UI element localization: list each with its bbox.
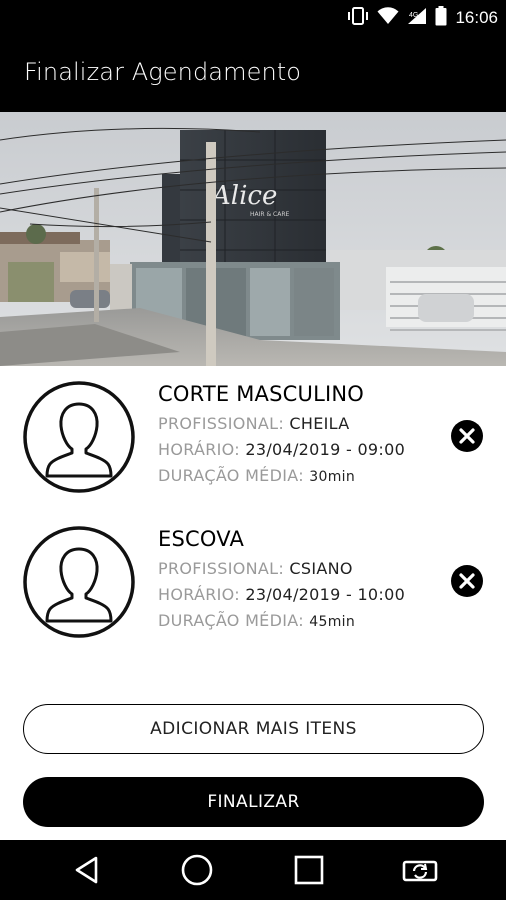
recents-button[interactable] — [287, 850, 331, 890]
home-icon — [181, 854, 213, 886]
recents-icon — [294, 855, 324, 885]
status-time: 16:06 — [455, 8, 498, 27]
add-more-items-button[interactable]: ADICIONAR MAIS ITENS — [23, 704, 484, 754]
time-line: HORÁRIO: 23/04/2019 - 09:00 — [158, 440, 405, 459]
app-bar: Finalizar Agendamento — [0, 36, 506, 112]
time-line: HORÁRIO: 23/04/2019 - 10:00 — [158, 585, 405, 604]
professional-avatar — [22, 525, 136, 639]
wifi-icon — [377, 6, 399, 30]
service-name: CORTE MASCULINO — [158, 382, 365, 406]
remove-item-button[interactable] — [450, 419, 484, 453]
professional-value: CHEILA — [289, 414, 350, 433]
rotate-button[interactable] — [398, 850, 442, 890]
page-title: Finalizar Agendamento — [24, 58, 302, 86]
professional-label: PROFISSIONAL: — [158, 559, 285, 578]
professional-line: PROFISSIONAL: CSIANO — [158, 559, 353, 578]
time-value: 23/04/2019 - 09:00 — [245, 440, 406, 459]
service-name: ESCOVA — [158, 527, 245, 551]
professional-avatar — [22, 380, 136, 494]
user-avatar-icon — [23, 381, 135, 493]
status-bar: 4G 16:06 — [0, 0, 506, 36]
schedule-item: CORTE MASCULINO PROFISSIONAL: CHEILA HOR… — [0, 380, 506, 516]
professional-value: CSIANO — [289, 559, 353, 578]
duration-value: 45min — [309, 614, 355, 630]
professional-label: PROFISSIONAL: — [158, 414, 285, 433]
user-avatar-icon — [23, 526, 135, 638]
status-icons: 4G 16:06 — [347, 5, 498, 31]
finish-button[interactable]: FINALIZAR — [23, 777, 484, 827]
schedule-item: ESCOVA PROFISSIONAL: CSIANO HORÁRIO: 23/… — [0, 525, 506, 661]
remove-item-button[interactable] — [450, 564, 484, 598]
close-icon — [451, 565, 483, 597]
salon-photo: Alice HAIR & CARE — [0, 112, 506, 366]
svg-text:4G: 4G — [409, 12, 418, 19]
salon-sign: Alice — [210, 181, 277, 211]
svg-text:HAIR & CARE: HAIR & CARE — [250, 211, 290, 218]
back-icon — [75, 856, 98, 884]
rotate-icon — [402, 860, 438, 882]
vibrate-icon — [347, 6, 369, 30]
battery-icon — [435, 5, 447, 31]
time-label: HORÁRIO: — [158, 440, 240, 459]
system-nav-bar — [0, 840, 506, 900]
duration-label: DURAÇÃO MÉDIA: — [158, 466, 304, 485]
duration-value: 30min — [309, 469, 355, 485]
back-button[interactable] — [65, 850, 109, 890]
time-label: HORÁRIO: — [158, 585, 240, 604]
time-value: 23/04/2019 - 10:00 — [245, 585, 406, 604]
signal-icon: 4G — [407, 7, 427, 30]
home-button[interactable] — [175, 850, 219, 890]
duration-line: DURAÇÃO MÉDIA: 30min — [158, 466, 355, 485]
duration-label: DURAÇÃO MÉDIA: — [158, 611, 304, 630]
close-icon — [451, 420, 483, 452]
duration-line: DURAÇÃO MÉDIA: 45min — [158, 611, 355, 630]
professional-line: PROFISSIONAL: CHEILA — [158, 414, 349, 433]
